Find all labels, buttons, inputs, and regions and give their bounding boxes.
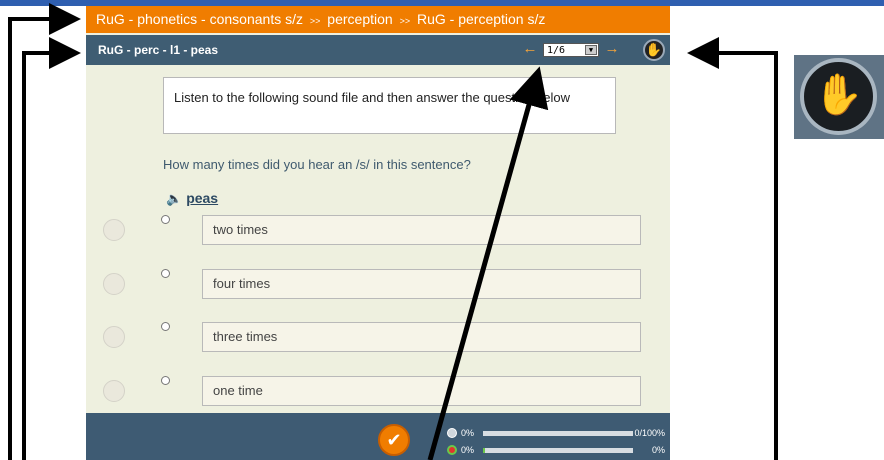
annotation-arrow-title (22, 37, 81, 460)
annotation-arrow-hand (687, 37, 778, 460)
annotation-arrow-page-select (427, 66, 549, 460)
annotation-arrow-breadcrumb (8, 3, 81, 460)
annotation-arrows (8, 3, 778, 460)
